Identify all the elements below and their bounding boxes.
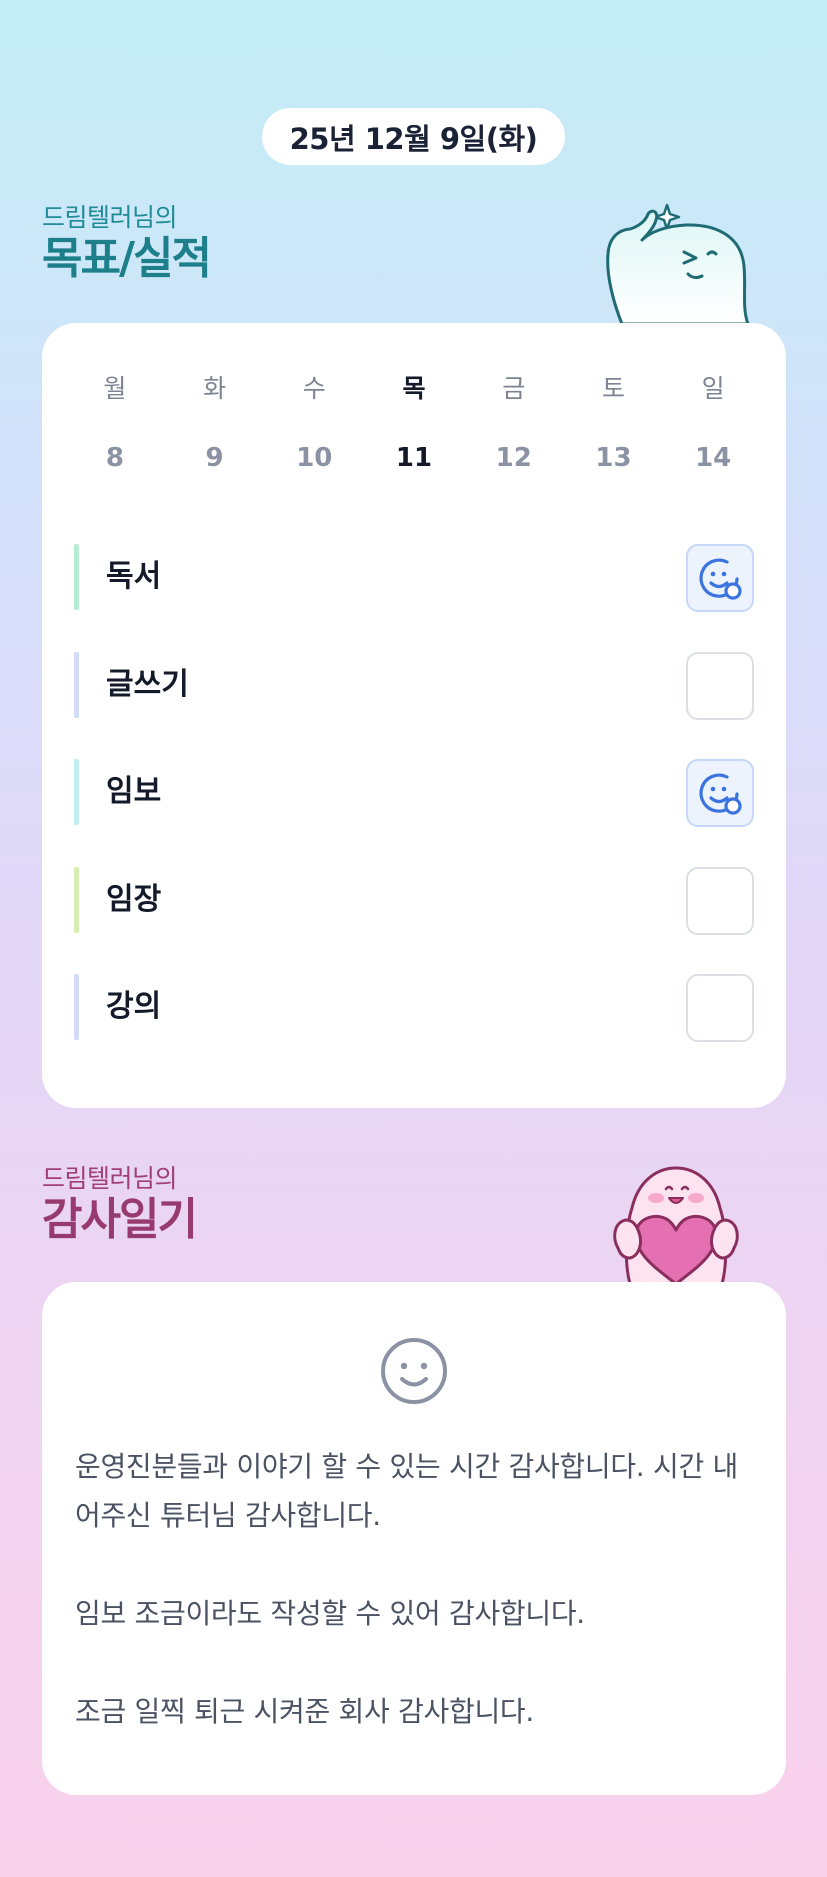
weekday-label: 화 bbox=[203, 374, 227, 403]
date-label[interactable]: 25년 12월 9일(화) bbox=[262, 108, 565, 165]
date-cell[interactable]: 13 bbox=[564, 443, 664, 473]
goal-row: 임보 bbox=[74, 759, 754, 827]
goal-row: 임장 bbox=[74, 866, 754, 935]
thanks-diary-text[interactable]: 운영진분들과 이야기 할 수 있는 시간 감사합니다. 시간 내어주신 튜터님 … bbox=[75, 1442, 755, 1736]
thanks-title: 감사일기 bbox=[42, 1194, 198, 1245]
goal-name: 임장 bbox=[106, 881, 162, 917]
thanks-entry: 운영진분들과 이야기 할 수 있는 시간 감사합니다. 시간 내어주신 튜터님 … bbox=[75, 1450, 738, 1532]
goal-name: 독서 bbox=[106, 559, 162, 594]
weekday-label: 목 bbox=[402, 374, 426, 403]
weekday-label: 월 bbox=[103, 374, 127, 403]
ghost-mascot-illustration bbox=[606, 203, 750, 324]
weekday-label: 일 bbox=[701, 374, 725, 403]
thanks-section-header: 드림텔러님의 감사일기 bbox=[42, 1164, 198, 1246]
goal-name: 글쓰기 bbox=[106, 666, 189, 702]
goal-name: 강의 bbox=[106, 989, 162, 1024]
goal-color-bar bbox=[74, 759, 79, 825]
weekday-label: 토 bbox=[601, 374, 625, 403]
goals-subtitle: 드림텔러님의 bbox=[42, 203, 178, 232]
goals-title: 목표/실적 bbox=[42, 233, 212, 284]
date-row: 8 9 10 11 12 13 14 bbox=[65, 443, 763, 473]
goal-row: 글쓰기 bbox=[74, 651, 754, 720]
weekday-label: 금 bbox=[502, 374, 526, 403]
goal-name: 임보 bbox=[106, 774, 162, 809]
goal-color-bar bbox=[74, 866, 79, 933]
goal-checkbox[interactable] bbox=[686, 651, 754, 720]
goal-color-bar bbox=[74, 974, 79, 1040]
date-cell[interactable]: 8 bbox=[65, 443, 165, 473]
goal-checkbox[interactable] bbox=[686, 544, 754, 612]
date-cell[interactable]: 10 bbox=[264, 443, 364, 473]
smiley-with-badge-icon bbox=[699, 558, 742, 600]
goal-checkbox[interactable] bbox=[686, 866, 754, 935]
thanks-entry: 조금 일찍 퇴근 시켜준 회사 감사합니다. bbox=[75, 1695, 534, 1728]
date-cell[interactable]: 11 bbox=[364, 443, 464, 473]
goal-color-bar bbox=[74, 651, 79, 718]
goal-checkbox[interactable] bbox=[686, 974, 754, 1042]
date-cell[interactable]: 14 bbox=[663, 443, 763, 473]
weekday-label: 수 bbox=[302, 374, 326, 403]
goal-row: 독서 bbox=[74, 544, 754, 612]
goal-color-bar bbox=[74, 544, 79, 610]
date-cell[interactable]: 9 bbox=[165, 443, 265, 473]
goals-section-header: 드림텔러님의 목표/실적 bbox=[42, 203, 212, 285]
goals-card: 월 화 수 목 금 토 일 8 9 10 11 12 13 14 독서글쓰기임보임장강의 bbox=[42, 323, 786, 1108]
thanks-card: 운영진분들과 이야기 할 수 있는 시간 감사합니다. 시간 내어주신 튜터님 … bbox=[42, 1282, 786, 1795]
thanks-entry: 임보 조금이라도 작성할 수 있어 감사합니다. bbox=[75, 1597, 585, 1630]
thanks-subtitle: 드림텔러님의 bbox=[42, 1164, 178, 1193]
goal-checkbox[interactable] bbox=[686, 759, 754, 827]
goal-row: 강의 bbox=[74, 974, 754, 1042]
weekday-row: 월화수목금토일 bbox=[65, 369, 763, 405]
smiley-with-badge-icon bbox=[699, 773, 742, 815]
heart-mascot-illustration bbox=[613, 1166, 739, 1284]
smiley-face-icon[interactable] bbox=[380, 1337, 448, 1405]
date-cell[interactable]: 12 bbox=[464, 443, 564, 473]
